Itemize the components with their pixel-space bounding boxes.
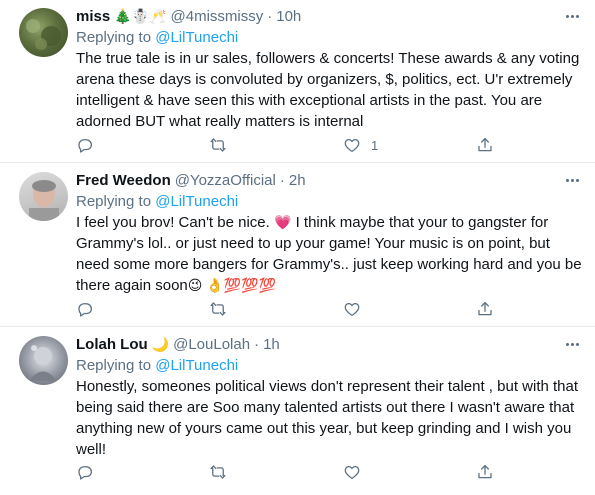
reply-button[interactable] [76, 135, 94, 155]
like-button[interactable]: 1 [343, 135, 378, 155]
separator-dot: · [254, 336, 260, 353]
more-icon[interactable] [561, 6, 583, 26]
tweet[interactable]: miss 🎄☃️🥂 @4missmissy · 10h Replying to … [0, 0, 595, 163]
avatar[interactable] [19, 336, 68, 385]
like-icon [344, 465, 360, 480]
like-button[interactable] [343, 299, 371, 319]
user-handle[interactable]: @4missmissy [171, 6, 264, 27]
tweet[interactable]: Fred Weedon @YozzaOfficial · 2h Replying… [0, 164, 595, 327]
avatar[interactable] [19, 172, 68, 221]
share-button[interactable] [476, 299, 494, 319]
timestamp[interactable]: 10h [276, 6, 301, 27]
name-emoji: 🎄☃️🥂 [114, 8, 167, 24]
reply-icon [78, 303, 93, 317]
mention-link[interactable]: @LilTunechi [155, 357, 238, 374]
name-emoji: 🌙 [151, 336, 170, 352]
avatar-image [29, 180, 59, 221]
share-icon [478, 137, 492, 152]
retweet-icon [210, 302, 226, 316]
share-button[interactable] [476, 462, 494, 482]
heart-emoji: 💗 [273, 214, 292, 230]
replying-label: Replying to [76, 193, 156, 210]
separator-dot: · [279, 172, 285, 189]
action-bar: 1 [76, 135, 506, 155]
display-name[interactable]: miss [76, 6, 110, 27]
reply-icon [78, 466, 93, 480]
timestamp[interactable]: 2h [289, 170, 306, 191]
replying-to: Replying to @LilTunechi [76, 355, 583, 376]
reply-icon [78, 139, 93, 153]
more-icon[interactable] [561, 170, 583, 190]
replying-label: Replying to [76, 29, 156, 46]
retweet-icon [210, 465, 226, 479]
timestamp[interactable]: 1h [263, 334, 280, 355]
tweet[interactable]: Lolah Lou 🌙 @LouLolah · 1h Replying to @… [0, 328, 595, 495]
share-icon [478, 301, 492, 316]
avatar-image [26, 19, 61, 50]
tweet-emojis: 😉 👌💯💯💯 [187, 277, 276, 293]
separator-dot: · [267, 8, 273, 25]
avatar[interactable] [19, 8, 68, 57]
replying-label: Replying to [76, 357, 156, 374]
like-button[interactable] [343, 462, 371, 482]
replying-to: Replying to @LilTunechi [76, 191, 583, 212]
like-icon [344, 138, 360, 153]
like-icon [344, 302, 360, 317]
action-bar [76, 299, 506, 319]
action-bar [76, 462, 506, 482]
retweet-button[interactable] [209, 462, 227, 482]
display-name[interactable]: Fred Weedon [76, 170, 171, 191]
reply-button[interactable] [76, 299, 94, 319]
retweet-button[interactable] [209, 299, 227, 319]
display-name[interactable]: Lolah Lou [76, 334, 148, 355]
tweet-text: Honestly, someones political views don't… [76, 378, 579, 458]
mention-link[interactable]: @LilTunechi [155, 193, 238, 210]
user-handle[interactable]: @LouLolah [173, 334, 250, 355]
tweet-text-part: I feel you brov! Can't be nice. [76, 214, 274, 231]
more-icon[interactable] [561, 334, 583, 354]
tweet-text: I feel you brov! Can't be nice. 💗 I thin… [76, 212, 583, 296]
replying-to: Replying to @LilTunechi [76, 27, 583, 48]
user-handle[interactable]: @YozzaOfficial [175, 170, 276, 191]
like-count: 1 [371, 137, 379, 153]
share-button[interactable] [476, 135, 494, 155]
avatar-image [29, 345, 57, 381]
share-icon [478, 464, 492, 479]
retweet-icon [210, 138, 226, 152]
retweet-button[interactable] [209, 135, 227, 155]
tweet-text: The true tale is in ur sales, followers … [76, 50, 580, 130]
reply-button[interactable] [76, 462, 94, 482]
mention-link[interactable]: @LilTunechi [155, 29, 238, 46]
